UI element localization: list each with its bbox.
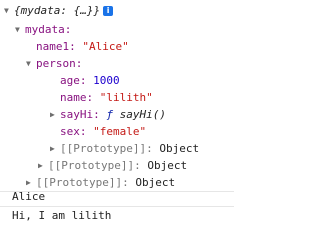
sex-value: "female" <box>93 125 147 138</box>
mydata-row[interactable]: ▼ mydata: <box>15 21 71 38</box>
age-value: 1000 <box>93 74 120 87</box>
caret-down-icon[interactable]: ▼ <box>26 55 36 72</box>
caret-right-icon[interactable]: ▶ <box>50 106 60 123</box>
console-log-line: Hi, I am lilith <box>12 209 112 222</box>
sayhi-value: sayHi() <box>119 108 166 121</box>
name1-value: "Alice" <box>82 40 129 53</box>
prototype-value: Object <box>147 159 188 172</box>
name-key: name: <box>60 91 94 104</box>
sex-key: sex: <box>60 125 87 138</box>
caret-down-icon[interactable]: ▼ <box>4 2 14 19</box>
root-object-preview: {mydata: {…}} <box>14 4 101 17</box>
root-object-row[interactable]: ▼ {mydata: {…}} i <box>4 2 114 19</box>
person-row[interactable]: ▼ person: <box>26 55 82 72</box>
info-icon[interactable]: i <box>103 6 114 16</box>
root-prototype-row[interactable]: ▶ [[Prototype]]: Object <box>26 174 175 191</box>
person-key: person: <box>36 57 83 70</box>
age-key: age: <box>60 74 87 87</box>
caret-right-icon[interactable]: ▶ <box>38 157 48 174</box>
mydata-prototype-row[interactable]: ▶ [[Prototype]]: Object <box>38 157 187 174</box>
prototype-value: Object <box>159 142 200 155</box>
name-value: "lilith" <box>99 91 153 104</box>
age-row: age: 1000 <box>60 72 120 89</box>
name1-row: name1: "Alice" <box>36 38 129 55</box>
console-log-line: Alice <box>12 190 46 203</box>
prototype-key: [[Prototype]]: <box>36 176 129 189</box>
sex-row: sex: "female" <box>60 123 146 140</box>
sayhi-row[interactable]: ▶ sayHi: ƒ sayHi() <box>50 106 166 123</box>
name1-key: name1: <box>36 40 76 53</box>
person-prototype-row[interactable]: ▶ [[Prototype]]: Object <box>50 140 199 157</box>
prototype-key: [[Prototype]]: <box>48 159 141 172</box>
prototype-value: Object <box>135 176 176 189</box>
name-row: name: "lilith" <box>60 89 153 106</box>
function-f-icon: ƒ <box>106 108 113 121</box>
prototype-key: [[Prototype]]: <box>60 142 153 155</box>
caret-down-icon[interactable]: ▼ <box>15 21 25 38</box>
sayhi-key: sayHi: <box>60 108 100 121</box>
caret-right-icon[interactable]: ▶ <box>50 140 60 157</box>
mydata-key: mydata: <box>25 23 72 36</box>
